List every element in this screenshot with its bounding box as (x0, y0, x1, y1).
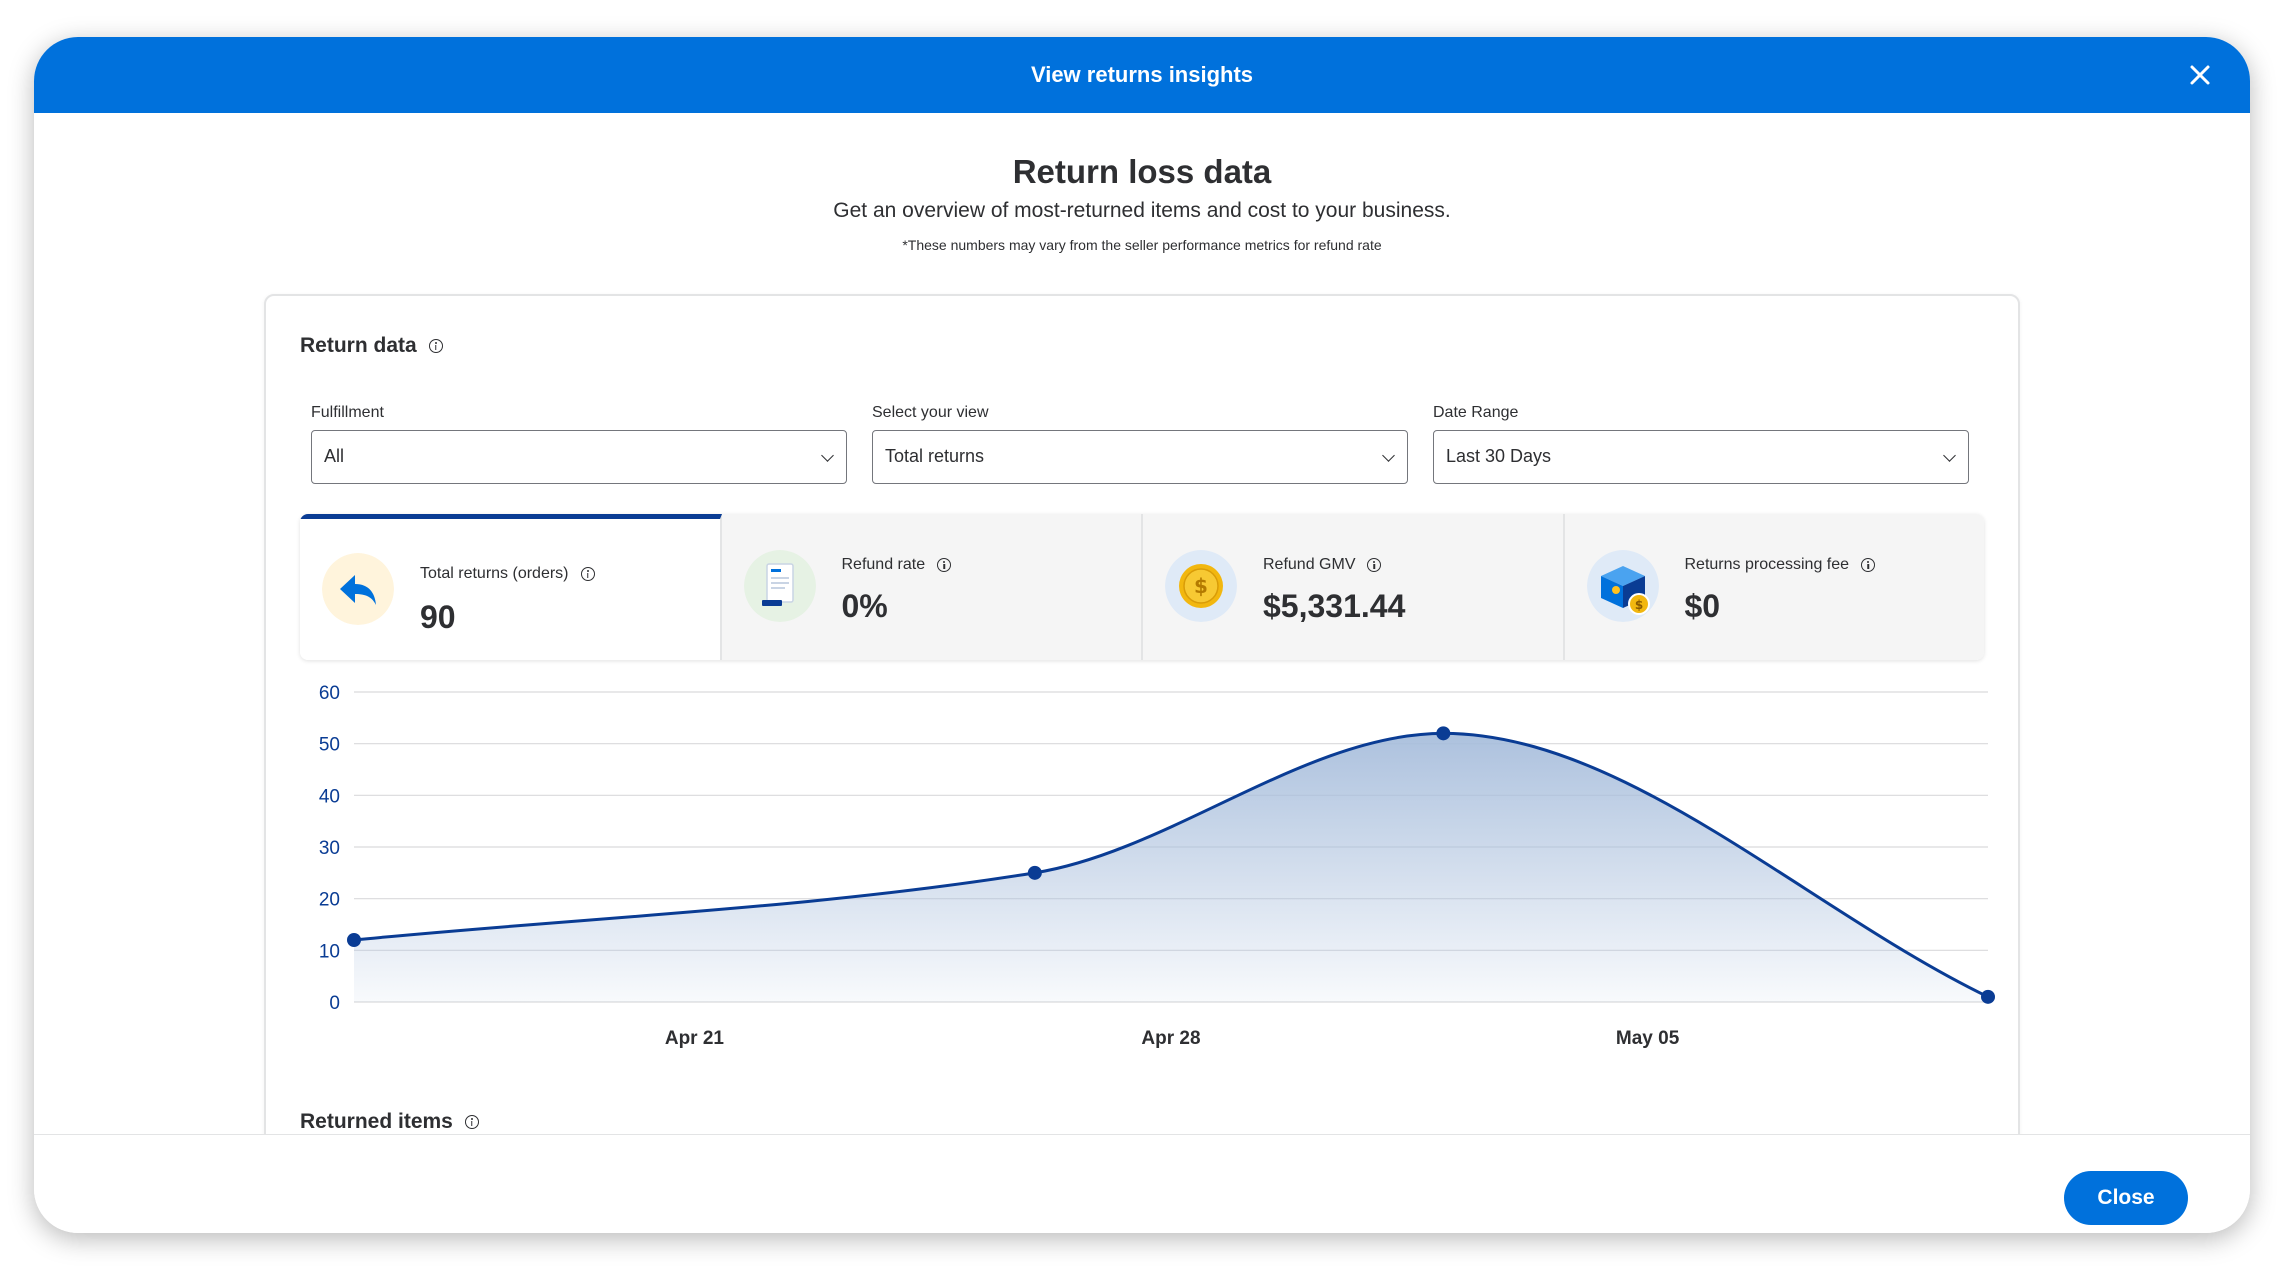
returned-items-heading: Returned items (300, 1110, 479, 1134)
data-point[interactable] (347, 933, 361, 947)
metric-label-refund-gmv: Refund GMV (1263, 556, 1382, 574)
metric-label-processing-fee: Returns processing fee (1685, 556, 1876, 574)
metric-tab-processing-fee[interactable]: $ Returns processing fee $0 (1564, 514, 1984, 660)
metric-label-text: Refund rate (841, 556, 926, 573)
y-tick-label: 0 (329, 993, 340, 1014)
return-data-heading: Return data (300, 334, 443, 358)
modal-footer: Close (34, 1135, 2250, 1233)
view-select-value: Total returns (885, 446, 985, 466)
modal-header: View returns insights (34, 37, 2250, 113)
returned-items-heading-text: Returned items (300, 1110, 453, 1133)
dollar-coin-icon: $ (1165, 550, 1237, 622)
returns-insights-modal: View returns insights Return loss data G… (34, 37, 2250, 1233)
metric-value-processing-fee: $0 (1684, 588, 1721, 624)
y-tick-label: 60 (319, 683, 340, 704)
chevron-down-icon (821, 449, 834, 462)
x-tick-label: May 05 (1616, 1028, 1680, 1049)
svg-text:$: $ (1194, 574, 1208, 598)
info-icon[interactable] (1367, 558, 1382, 572)
y-tick-label: 30 (319, 838, 340, 859)
metric-value-refund-rate: 0% (841, 588, 888, 624)
page-title: Return loss data (1012, 153, 1272, 190)
chevron-down-icon (1382, 449, 1395, 462)
y-tick-label: 50 (319, 735, 340, 756)
returns-area-chart: 0 10 20 30 40 50 60 Apr 21 Apr 28 May 05 (319, 683, 1995, 1049)
data-point[interactable] (1981, 989, 1995, 1004)
data-point[interactable] (1436, 726, 1451, 741)
return-data-heading-text: Return data (300, 334, 417, 357)
info-icon[interactable] (1861, 558, 1876, 572)
return-data-card: Return data Fulfillment All Select your … (264, 294, 2020, 1198)
page-subtitle: Get an overview of most-returned items a… (833, 199, 1451, 222)
y-tick-label: 20 (319, 890, 340, 911)
metric-label-refund-rate: Refund rate (842, 556, 952, 574)
metric-label-text: Refund GMV (1263, 556, 1356, 573)
metric-value-total-returns: 90 (420, 599, 456, 635)
returns-area (354, 733, 1988, 1002)
date-range-select[interactable]: Last 30 Days (1433, 430, 1969, 484)
x-tick-label: Apr 28 (1141, 1028, 1200, 1049)
return-arrow-icon (322, 553, 394, 625)
package-coin-icon: $ (1586, 550, 1659, 622)
metric-label-total-returns: Total returns (orders) (420, 565, 595, 583)
info-icon[interactable] (428, 339, 443, 353)
view-select[interactable]: Total returns (872, 430, 1408, 484)
metric-tab-refund-rate[interactable]: Refund rate 0% (721, 514, 1143, 660)
info-icon[interactable] (464, 1115, 479, 1129)
receipt-icon (743, 550, 816, 622)
metric-tab-total-returns[interactable]: Total returns (orders) 90 (300, 514, 722, 660)
y-tick-label: 10 (319, 941, 340, 962)
fulfillment-select[interactable]: All (311, 430, 847, 484)
svg-text:$: $ (1634, 598, 1642, 612)
date-range-label: Date Range (1433, 404, 1519, 421)
fulfillment-label: Fulfillment (311, 404, 384, 421)
metric-value-refund-gmv: $5,331.44 (1263, 588, 1406, 624)
x-tick-label: Apr 21 (665, 1028, 725, 1049)
close-icon[interactable] (2180, 55, 2220, 95)
fulfillment-select-value: All (324, 446, 345, 466)
y-tick-label: 40 (319, 786, 340, 807)
chevron-down-icon (1943, 449, 1956, 462)
disclaimer-note: *These numbers may vary from the seller … (902, 237, 1382, 253)
metric-label-text: Returns processing fee (1684, 556, 1850, 573)
data-point[interactable] (1027, 865, 1042, 880)
view-label: Select your view (872, 404, 989, 421)
date-range-select-value: Last 30 Days (1446, 446, 1552, 466)
close-button[interactable]: Close (2064, 1171, 2188, 1225)
metric-tabs: Total returns (orders) 90 Refund rate 0%… (300, 514, 1984, 660)
metric-tab-refund-gmv[interactable]: $ Refund GMV $5,331.44 (1143, 514, 1565, 660)
info-icon[interactable] (580, 567, 595, 581)
modal-title: View returns insights (1030, 62, 1254, 87)
info-icon[interactable] (937, 558, 952, 572)
metric-label-text: Total returns (orders) (420, 565, 569, 582)
